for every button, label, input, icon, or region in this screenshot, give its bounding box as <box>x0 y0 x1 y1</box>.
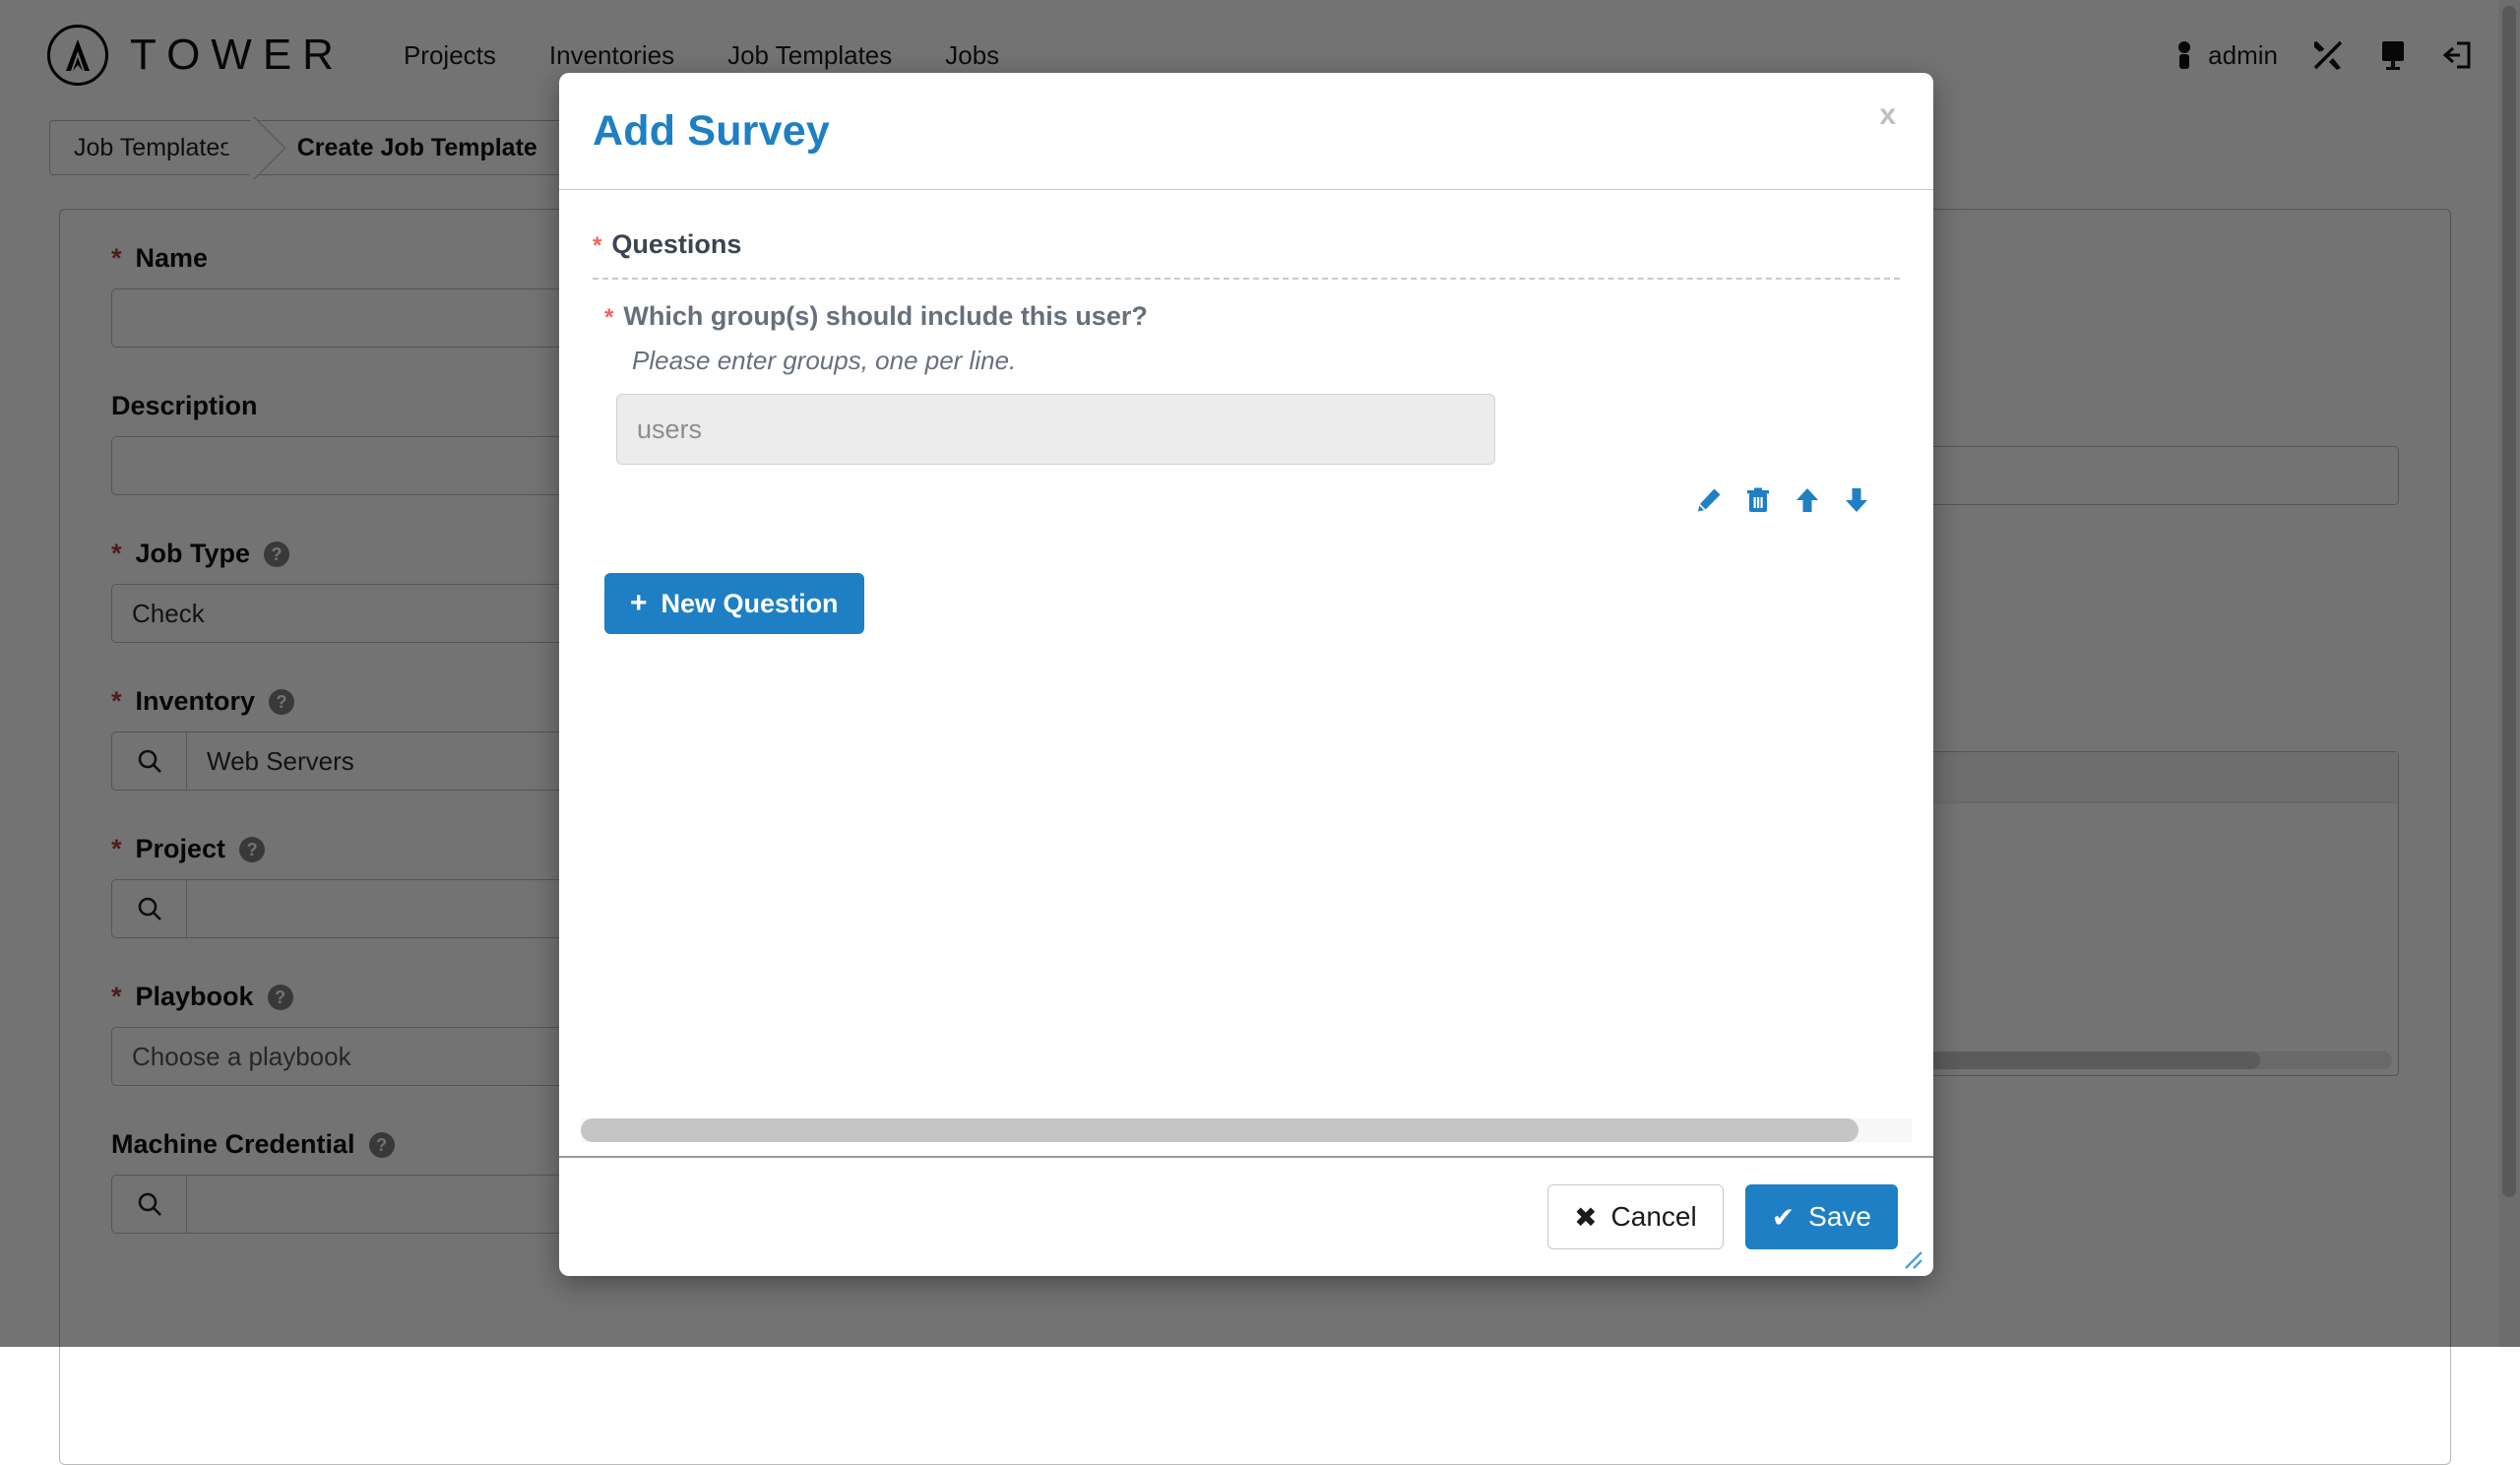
question-text: Which group(s) should include this user? <box>623 301 1148 332</box>
move-question-up-icon[interactable] <box>1794 486 1821 514</box>
cancel-button[interactable]: ✖ Cancel <box>1547 1184 1724 1249</box>
question-action-row <box>604 486 1900 514</box>
question-answer-input[interactable]: users <box>616 394 1495 465</box>
required-asterisk: * <box>604 306 613 330</box>
add-survey-dialog: Add Survey x * Questions * Which group(s… <box>559 73 1933 1276</box>
question-help-text: Please enter groups, one per line. <box>632 346 1900 376</box>
dialog-title: Add Survey <box>593 110 1882 153</box>
dialog-header: Add Survey x <box>559 73 1933 189</box>
move-question-down-icon[interactable] <box>1843 486 1870 514</box>
question-item: * Which group(s) should include this use… <box>593 301 1900 514</box>
questions-dashed-divider <box>593 278 1900 280</box>
close-icon: ✖ <box>1574 1201 1597 1234</box>
new-question-label: New Question <box>662 589 839 619</box>
plus-icon: + <box>630 589 648 618</box>
dialog-body-horizontal-scrollbar[interactable] <box>581 1118 1912 1142</box>
scrollbar-thumb[interactable] <box>581 1118 1858 1142</box>
question-answer-value: users <box>637 414 702 445</box>
delete-question-icon[interactable] <box>1744 486 1772 514</box>
new-question-button[interactable]: + New Question <box>604 573 864 634</box>
save-button[interactable]: ✔ Save <box>1745 1184 1898 1249</box>
save-label: Save <box>1808 1201 1871 1233</box>
close-icon[interactable]: x <box>1879 100 1896 130</box>
questions-label-text: Questions <box>611 229 741 260</box>
required-asterisk: * <box>593 234 601 258</box>
questions-section-label: * Questions <box>593 229 1900 260</box>
dialog-body: * Questions * Which group(s) should incl… <box>559 190 1933 1156</box>
edit-question-icon[interactable] <box>1695 486 1723 514</box>
cancel-label: Cancel <box>1611 1201 1697 1233</box>
question-text-row: * Which group(s) should include this use… <box>604 301 1900 332</box>
dialog-footer: ✖ Cancel ✔ Save <box>559 1158 1933 1276</box>
check-icon: ✔ <box>1772 1201 1795 1234</box>
resize-grip-icon[interactable] <box>1898 1244 1923 1270</box>
